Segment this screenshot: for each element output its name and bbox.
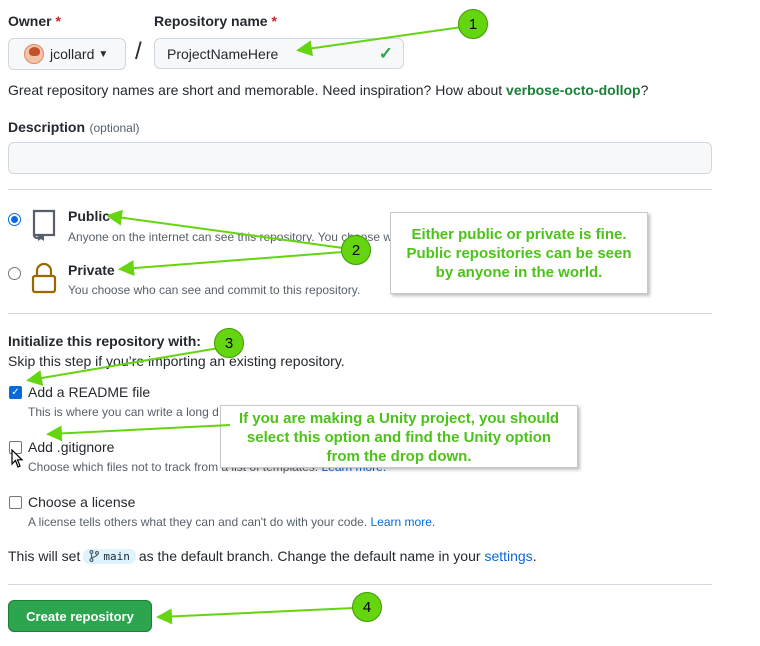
step-marker-1: 1 — [458, 9, 488, 39]
step-marker-3: 3 — [214, 328, 244, 358]
step-marker-4: 4 — [352, 592, 382, 622]
annotation-arrows — [26, 26, 463, 625]
step-marker-2: 2 — [341, 235, 371, 265]
